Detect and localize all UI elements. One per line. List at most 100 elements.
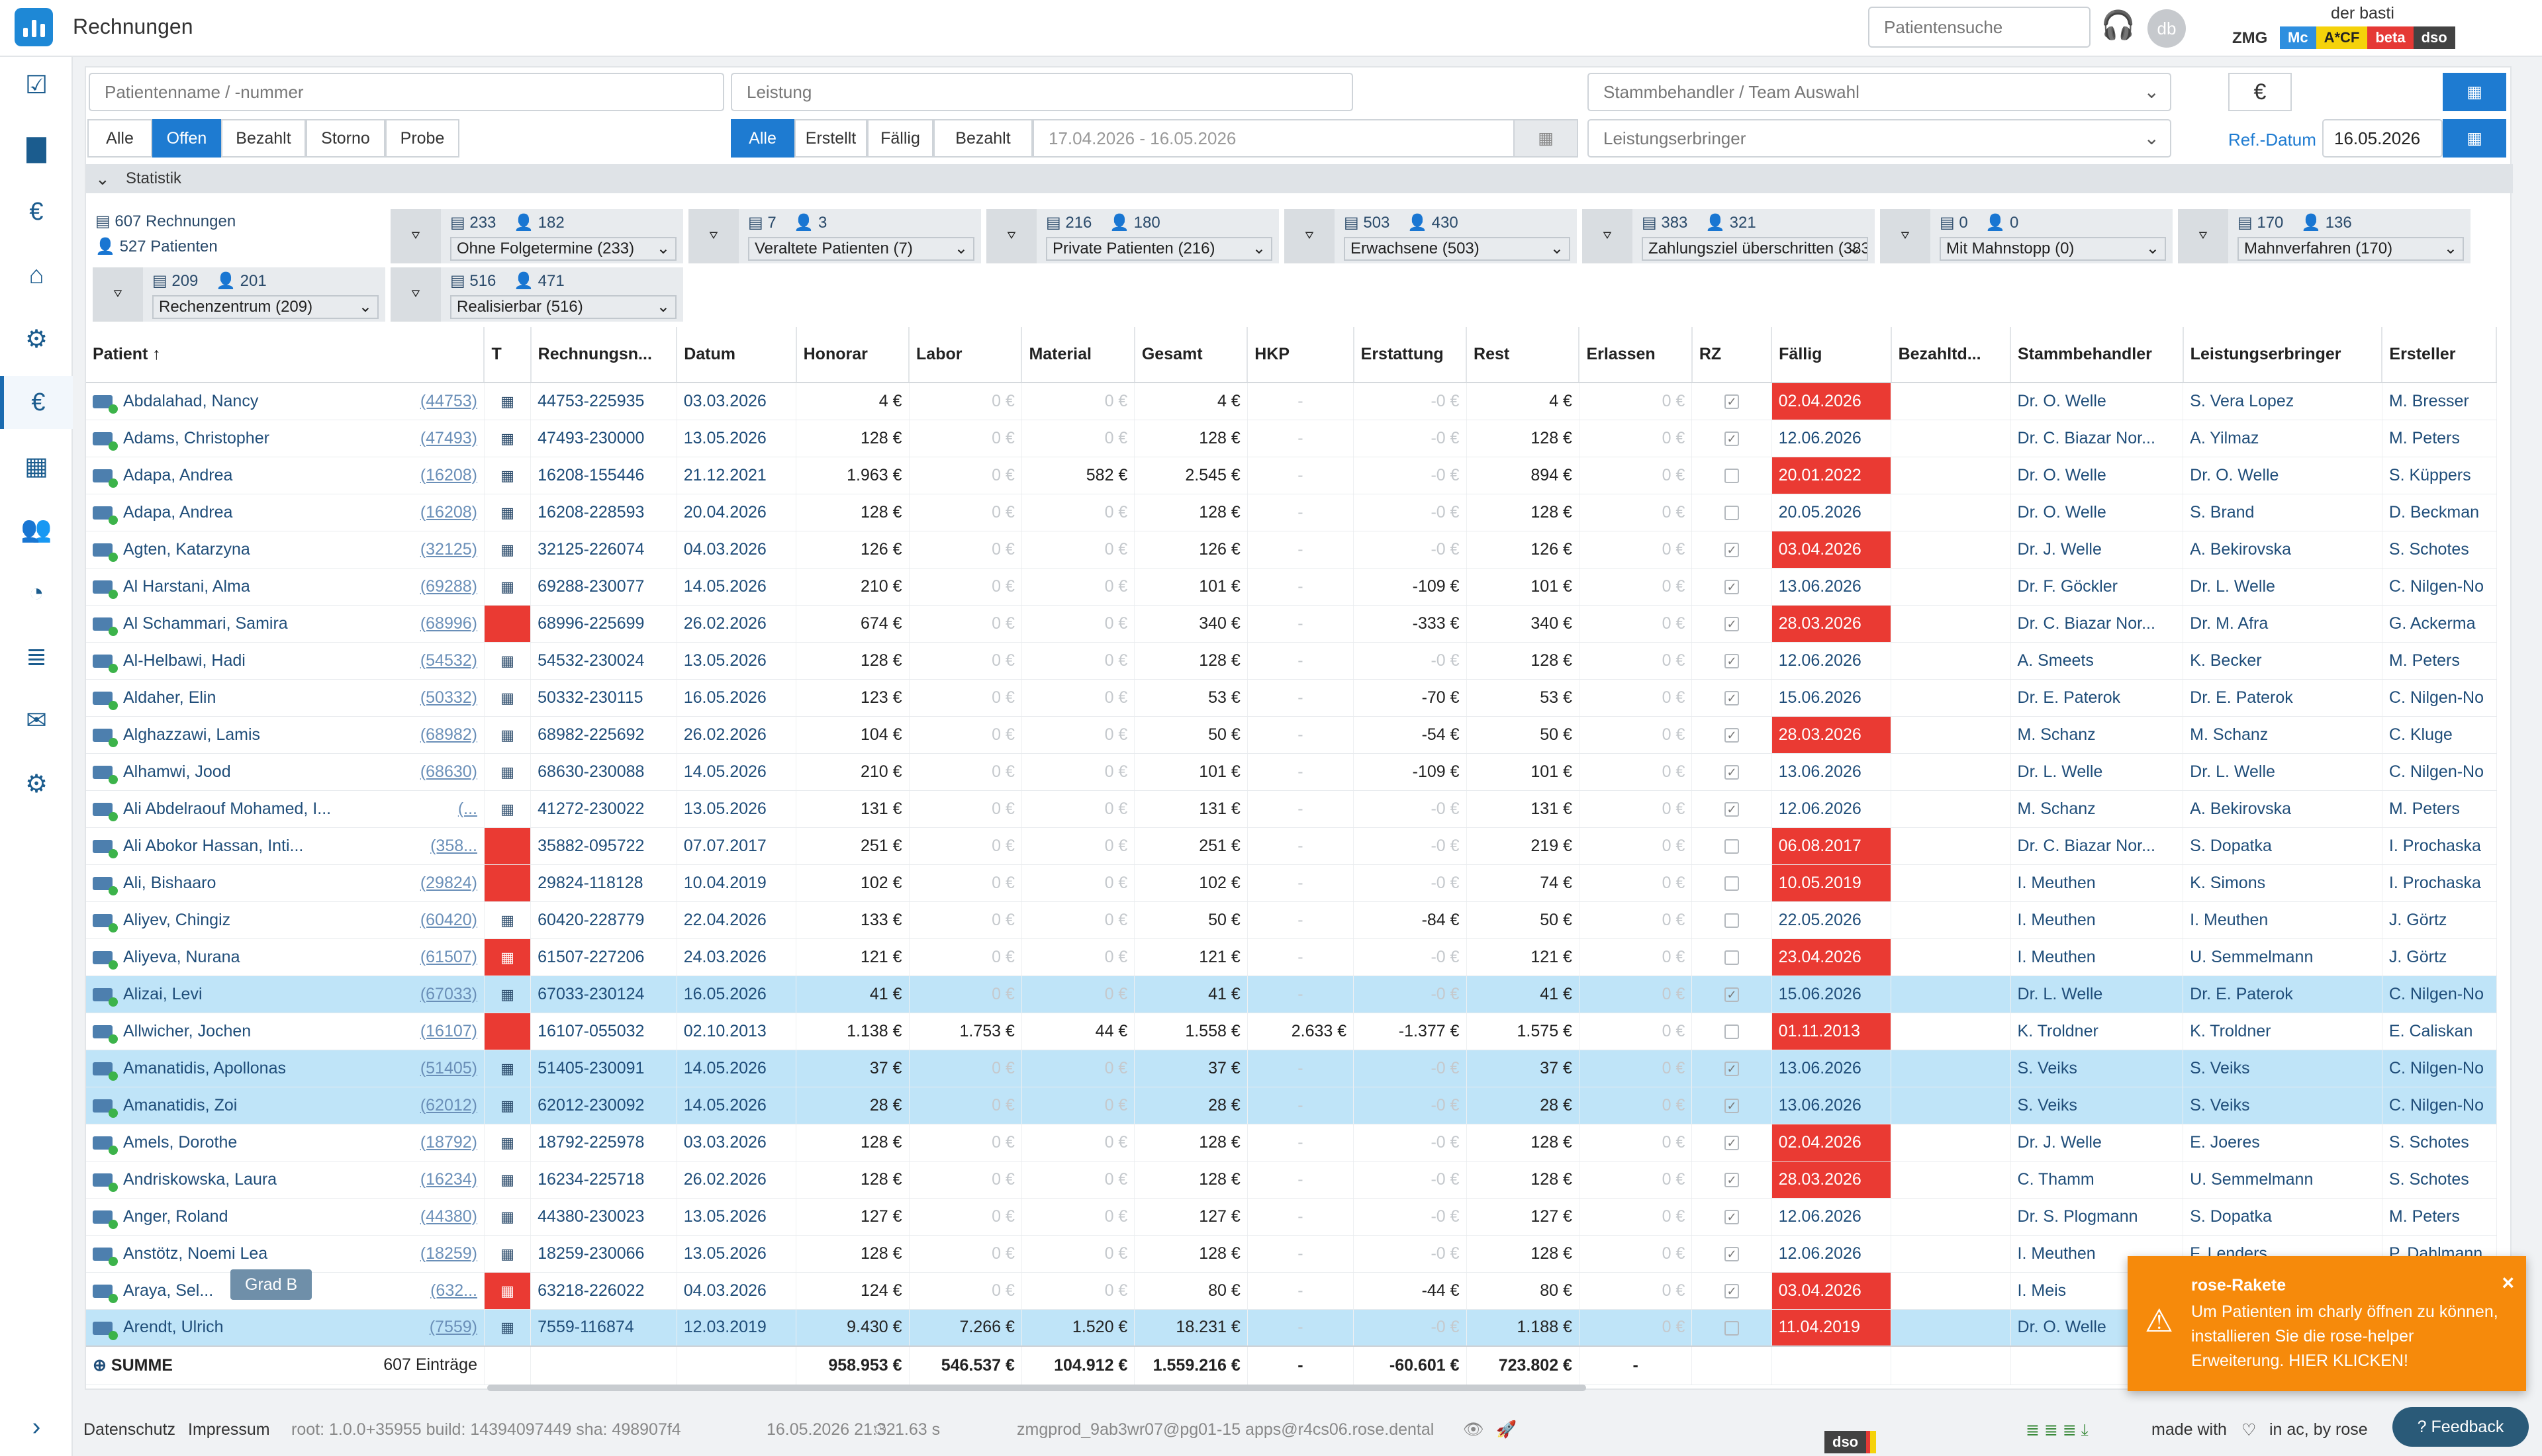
type-flag-red[interactable]: ▦: [484, 938, 532, 976]
rz-checkbox[interactable]: ✓: [1691, 605, 1772, 643]
patient-last-name[interactable]: Agten: [123, 540, 166, 559]
patient-number[interactable]: (632...: [430, 1281, 477, 1300]
avatar[interactable]: db: [2147, 9, 2186, 48]
table-row[interactable]: Adapa, Andrea (16208) ▦ 16208-228593 20.04.2…: [86, 494, 2497, 531]
patient-number[interactable]: (29824): [420, 874, 477, 893]
patient-first-name[interactable]: Andrea: [179, 503, 233, 522]
filter-icon[interactable]: ⛛: [688, 209, 739, 263]
ref-calendar-icon[interactable]: ▦: [2443, 119, 2506, 158]
patient-last-name[interactable]: Al Harstani: [123, 577, 204, 596]
patient-cell[interactable]: Ali, Bishaaro (29824): [86, 864, 485, 902]
currency-button[interactable]: €: [2228, 73, 2292, 111]
patient-number[interactable]: (32125): [420, 540, 477, 559]
patient-last-name[interactable]: Andriskowska: [123, 1170, 225, 1189]
type-cell[interactable]: ▦: [484, 901, 532, 939]
patient-cell[interactable]: Aldaher, Elin (50332): [86, 679, 485, 717]
table-row[interactable]: Amanatidis, Zoi (62012) ▦ 62012-230092 14.05…: [86, 1087, 2497, 1124]
patient-cell[interactable]: Amanatidis, Apollonas (51405): [86, 1050, 485, 1087]
patient-number[interactable]: (68996): [420, 614, 477, 633]
type-cell[interactable]: ▦: [484, 679, 532, 717]
table-row[interactable]: Amanatidis, Apollonas (51405) ▦ 51405-23009…: [86, 1050, 2497, 1087]
patient-first-name[interactable]: Katarzyna: [175, 540, 250, 559]
type-cell[interactable]: ▦: [484, 1309, 532, 1347]
status-tab-storno[interactable]: Storno: [306, 119, 385, 158]
calendar-icon[interactable]: ▦: [0, 439, 73, 492]
patient-search-input[interactable]: [1868, 7, 2091, 48]
patient-last-name[interactable]: Aldaher: [123, 688, 179, 707]
pie-chart-icon[interactable]: ◔: [0, 567, 73, 619]
patient-number[interactable]: (44380): [420, 1207, 477, 1226]
table-view-button[interactable]: ▦: [2443, 73, 2506, 111]
patient-cell[interactable]: Amanatidis, Zoi (62012): [86, 1087, 485, 1124]
impressum-link[interactable]: Impressum: [188, 1420, 270, 1439]
table-row[interactable]: Adams, Christopher (47493) ▦ 47493-230000 13…: [86, 420, 2497, 457]
filter-card-erwachsene[interactable]: ⛛ ▤ 503 👤 430 Erwachsene (503) ⌄: [1284, 209, 1577, 263]
rz-checkbox[interactable]: ✓: [1691, 716, 1772, 754]
datenschutz-link[interactable]: Datenschutz: [83, 1420, 175, 1439]
patient-number[interactable]: (61507): [420, 948, 477, 967]
patient-last-name[interactable]: Amanatidis: [123, 1059, 205, 1077]
patient-first-name[interactable]: Nurana: [186, 948, 240, 966]
date-tab-bezahlt[interactable]: Bezahlt: [933, 119, 1033, 158]
rz-checkbox[interactable]: ✓: [1691, 642, 1772, 680]
col-erstattung[interactable]: Erstattung: [1353, 327, 1468, 383]
patient-first-name[interactable]: Jochen: [198, 1022, 252, 1040]
filter-icon[interactable]: ⛛: [986, 209, 1037, 263]
expand-icon[interactable]: ›: [0, 1400, 73, 1453]
patient-first-name[interactable]: Jood: [195, 762, 230, 781]
patient-last-name[interactable]: Ali Abokor Hassan: [123, 837, 258, 855]
patient-cell[interactable]: Alizai, Levi (67033): [86, 976, 485, 1013]
patient-number[interactable]: (60420): [420, 911, 477, 930]
date-range-input[interactable]: 17.04.2026 - 16.05.2026: [1033, 119, 1523, 158]
patient-number[interactable]: (7559): [430, 1318, 477, 1337]
col-rz[interactable]: RZ: [1691, 327, 1773, 383]
type-flag-red[interactable]: ▦: [484, 1272, 532, 1310]
patient-first-name[interactable]: Chingiz: [175, 911, 230, 929]
filter-card-rechenzentrum[interactable]: ⛛ ▤ 209 👤 201 Rechenzentrum (209) ⌄: [93, 267, 385, 322]
table-row[interactable]: Aldaher, Elin (50332) ▦ 50332-230115 16.05.2…: [86, 679, 2497, 717]
filter-card-veraltete-patienten[interactable]: ⛛ ▤ 7 👤 3 Veraltete Patienten (7) ⌄: [688, 209, 981, 263]
patient-last-name[interactable]: Allwicher: [123, 1022, 189, 1040]
patient-number[interactable]: (68982): [420, 725, 477, 745]
chart-settings-icon[interactable]: ⚙: [0, 312, 73, 365]
table-row[interactable]: Al Harstani, Alma (69288) ▦ 69288-230077 14.…: [86, 568, 2497, 606]
patient-first-name[interactable]: Ulrich: [181, 1318, 224, 1336]
patient-first-name[interactable]: Alma: [212, 577, 250, 596]
leistungserbringer-select[interactable]: Leistungserbringer ⌄: [1587, 119, 2171, 158]
patient-cell[interactable]: Adapa, Andrea (16208): [86, 494, 485, 531]
patient-number[interactable]: (69288): [420, 577, 477, 596]
col-labor[interactable]: Labor: [909, 327, 1023, 383]
filter-card-mahnverfahren[interactable]: ⛛ ▤ 170 👤 136 Mahnverfahren (170) ⌄: [2178, 209, 2471, 263]
rz-checkbox[interactable]: ✓: [1691, 976, 1772, 1013]
filter-icon[interactable]: ⛛: [1582, 209, 1632, 263]
table-row[interactable]: Andriskowska, Laura (16234) ▦ 16234-225718 2…: [86, 1161, 2497, 1199]
rz-checkbox[interactable]: ✓: [1691, 1050, 1772, 1087]
patient-first-name[interactable]: Roland: [175, 1207, 228, 1226]
patient-number[interactable]: (67033): [420, 985, 477, 1004]
rz-checkbox[interactable]: [1691, 938, 1772, 976]
col-material[interactable]: Material: [1021, 327, 1135, 383]
patient-cell[interactable]: Anger, Roland (44380): [86, 1198, 485, 1236]
patient-first-name[interactable]: Andrea: [179, 466, 233, 484]
rz-checkbox[interactable]: ✓: [1691, 1161, 1772, 1199]
patient-number[interactable]: (358...: [430, 837, 477, 856]
table-row[interactable]: Abdalahad, Nancy (44753) ▦ 44753-225935 03.0…: [86, 383, 2497, 420]
patient-cell[interactable]: Anstötz, Noemi Lea (18259): [86, 1235, 485, 1273]
horizontal-scrollbar[interactable]: [487, 1385, 1586, 1391]
table-row[interactable]: Aliyeva, Nurana (61507) ▦ 61507-227206 24.03…: [86, 938, 2497, 976]
close-icon[interactable]: ×: [2502, 1271, 2514, 1295]
patient-cell[interactable]: Andriskowska, Laura (16234): [86, 1161, 485, 1199]
patient-number[interactable]: (16107): [420, 1022, 477, 1041]
type-cell[interactable]: ▦: [484, 753, 532, 791]
filter-card-zahlungsziel[interactable]: ⛛ ▤ 383 👤 321 Zahlungsziel überschritten (…: [1582, 209, 1875, 263]
patient-cell[interactable]: Al-Helbawi, Hadi (54532): [86, 642, 485, 680]
type-cell[interactable]: ▦: [484, 976, 532, 1013]
patient-last-name[interactable]: Ali Abdelraouf Mohamed: [123, 799, 303, 818]
patient-last-name[interactable]: Adams: [123, 429, 175, 447]
type-flag-red[interactable]: [484, 1013, 532, 1050]
plus-circle-icon[interactable]: ⊕: [93, 1356, 107, 1375]
patient-first-name[interactable]: Samira: [236, 614, 288, 633]
toast-body[interactable]: Um Patienten im charly öffnen zu können,…: [2191, 1300, 2502, 1373]
stammbehandler-select[interactable]: Stammbehandler / Team Auswahl ⌄: [1587, 73, 2171, 111]
patient-first-name[interactable]: Zoi: [214, 1096, 238, 1115]
